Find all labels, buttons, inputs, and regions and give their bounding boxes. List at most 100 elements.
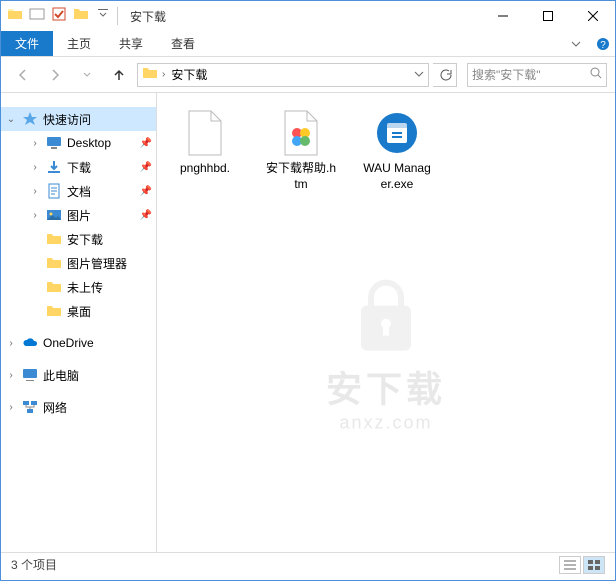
minimize-button[interactable] <box>480 1 525 31</box>
quick-access-toolbar <box>7 6 111 27</box>
nav-label: OneDrive <box>43 336 94 350</box>
pin-icon: 📌 <box>140 210 152 221</box>
ribbon: 文件 主页 共享 查看 ? <box>1 31 615 57</box>
exe-file-icon <box>373 109 421 157</box>
nav-label: 快速访问 <box>43 111 91 128</box>
htm-file-icon <box>277 109 325 157</box>
pc-icon <box>21 366 39 384</box>
downloads-icon <box>45 158 63 176</box>
nav-label: 未上传 <box>67 279 103 296</box>
view-switcher <box>559 556 605 574</box>
navigation-pane: ⌄ 快速访问 › Desktop 📌 › 下载 📌 › 文档 📌 › 图片 📌 安下载 图片管理… <box>1 93 157 552</box>
search-input[interactable]: 搜索"安下载" <box>467 63 607 87</box>
chevron-right-icon[interactable]: › <box>29 162 41 173</box>
nav-folder-picmgr[interactable]: 图片管理器 <box>1 251 156 275</box>
maximize-button[interactable] <box>525 1 570 31</box>
nav-folder-notuploaded[interactable]: 未上传 <box>1 275 156 299</box>
file-item[interactable]: WAU Manager.exe <box>357 105 437 196</box>
nav-label: 图片管理器 <box>67 255 127 272</box>
file-item[interactable]: pnghhbd. <box>165 105 245 181</box>
pictures-icon <box>45 206 63 224</box>
nav-label: 此电脑 <box>43 367 79 384</box>
blank-file-icon <box>181 109 229 157</box>
navbar: › 安下载 搜索"安下载" <box>1 57 615 93</box>
breadcrumb[interactable]: 安下载 <box>169 66 209 83</box>
nav-this-pc[interactable]: › 此电脑 <box>1 363 156 387</box>
watermark-url: anxz.com <box>326 412 446 433</box>
nav-pictures[interactable]: › 图片 📌 <box>1 203 156 227</box>
qat-dropdown-icon[interactable] <box>95 6 111 27</box>
explorer-body: ⌄ 快速访问 › Desktop 📌 › 下载 📌 › 文档 📌 › 图片 📌 安下载 图片管理… <box>1 93 615 552</box>
nav-quick-access[interactable]: ⌄ 快速访问 <box>1 107 156 131</box>
folder-icon <box>45 230 63 248</box>
search-icon <box>590 67 602 82</box>
recent-dropdown[interactable] <box>73 62 101 88</box>
nav-desktop[interactable]: › Desktop 📌 <box>1 131 156 155</box>
ribbon-expand-button[interactable] <box>561 31 591 56</box>
nav-folder-anxz[interactable]: 安下载 <box>1 227 156 251</box>
nav-label: 图片 <box>67 207 91 224</box>
checkbox-icon[interactable] <box>51 6 67 27</box>
chevron-right-icon[interactable]: › <box>29 186 41 197</box>
up-button[interactable] <box>105 62 133 88</box>
nav-folder-desktop2[interactable]: 桌面 <box>1 299 156 323</box>
nav-label: Desktop <box>67 136 111 150</box>
tab-home[interactable]: 主页 <box>53 31 105 56</box>
statusbar: 3 个项目 <box>1 552 615 576</box>
pin-icon: 📌 <box>140 138 152 149</box>
help-button[interactable]: ? <box>591 31 615 56</box>
nav-label: 文档 <box>67 183 91 200</box>
close-button[interactable] <box>570 1 615 31</box>
chevron-right-icon[interactable]: › <box>29 210 41 221</box>
address-dropdown-icon[interactable] <box>414 68 424 82</box>
folder-icon <box>142 65 158 84</box>
folder-icon <box>45 254 63 272</box>
folder-icon <box>45 302 63 320</box>
star-icon <box>21 110 39 128</box>
nav-label: 网络 <box>43 399 67 416</box>
forward-button[interactable] <box>41 62 69 88</box>
file-name: WAU Manager.exe <box>361 161 433 192</box>
folder-icon <box>45 278 63 296</box>
window-title: 安下载 <box>130 8 166 25</box>
documents-icon <box>45 182 63 200</box>
separator <box>117 7 118 25</box>
refresh-button[interactable] <box>433 63 457 87</box>
tab-share[interactable]: 共享 <box>105 31 157 56</box>
item-count: 3 个项目 <box>11 556 57 573</box>
watermark: 安下载 anxz.com <box>326 275 446 433</box>
pin-icon: 📌 <box>140 186 152 197</box>
nav-label: 桌面 <box>67 303 91 320</box>
chevron-right-icon[interactable]: › <box>162 69 165 80</box>
nav-downloads[interactable]: › 下载 📌 <box>1 155 156 179</box>
icons-view-button[interactable] <box>583 556 605 574</box>
back-button[interactable] <box>9 62 37 88</box>
address-bar[interactable]: › 安下载 <box>137 63 429 87</box>
pin-icon: 📌 <box>140 162 152 173</box>
file-name: pnghhbd. <box>180 161 230 177</box>
chevron-right-icon[interactable]: › <box>5 402 17 413</box>
nav-label: 下载 <box>67 159 91 176</box>
window-controls <box>480 1 615 31</box>
chevron-down-icon[interactable]: ⌄ <box>5 114 17 125</box>
nav-network[interactable]: › 网络 <box>1 395 156 419</box>
chevron-right-icon[interactable]: › <box>5 370 17 381</box>
chevron-right-icon[interactable]: › <box>29 138 41 149</box>
details-view-button[interactable] <box>559 556 581 574</box>
titlebar: 安下载 <box>1 1 615 31</box>
nav-label: 安下载 <box>67 231 103 248</box>
folder-icon <box>7 6 23 27</box>
search-placeholder: 搜索"安下载" <box>472 66 586 83</box>
file-list[interactable]: 安下载 anxz.com pnghhbd. 安下载帮助.htm WAU Mana… <box>157 93 615 552</box>
onedrive-icon <box>21 334 39 352</box>
nav-onedrive[interactable]: › OneDrive <box>1 331 156 355</box>
file-item[interactable]: 安下载帮助.htm <box>261 105 341 196</box>
nav-documents[interactable]: › 文档 📌 <box>1 179 156 203</box>
desktop-icon <box>45 134 63 152</box>
chevron-right-icon[interactable]: › <box>5 338 17 349</box>
tab-file[interactable]: 文件 <box>1 31 53 56</box>
tab-view[interactable]: 查看 <box>157 31 209 56</box>
network-icon <box>21 398 39 416</box>
app-icon <box>29 6 45 27</box>
folder-icon-2 <box>73 6 89 27</box>
